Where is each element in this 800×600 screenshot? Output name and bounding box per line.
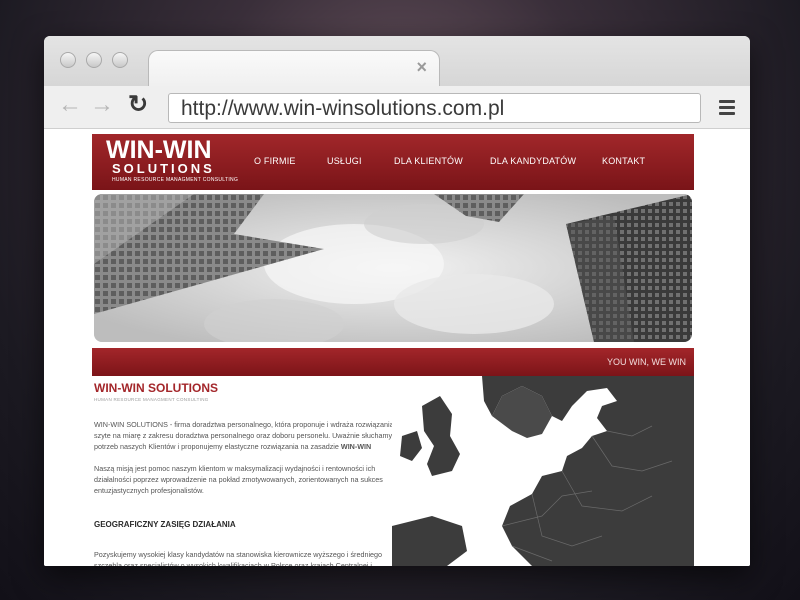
win-win-emphasis: WIN-WIN	[340, 442, 372, 452]
window-close-dot[interactable]	[60, 52, 76, 68]
page-viewport: WIN-WIN SOLUTIONS HUMAN RESOURCE MANAGME…	[44, 129, 750, 566]
nav-dla-kandydatow[interactable]: DLA KANDYDATÓW	[490, 156, 576, 166]
europe-map	[392, 376, 694, 566]
geography-paragraph: Pozyskujemy wysokiej klasy kandydatów na…	[94, 550, 383, 566]
address-bar[interactable]: http://www.win-winsolutions.com.pl	[168, 93, 701, 123]
content-subtitle: HUMAN RESOURCE MANAGMENT CONSULTING	[94, 397, 209, 402]
nav-dla-klientow[interactable]: DLA KLIENTÓW	[394, 156, 463, 166]
close-icon[interactable]: ×	[416, 57, 427, 78]
back-arrow-icon[interactable]: ←	[58, 91, 82, 119]
forward-arrow-icon[interactable]: →	[90, 91, 114, 119]
menu-icon[interactable]	[719, 100, 735, 118]
hero-image	[94, 194, 692, 342]
content-title: WIN-WIN SOLUTIONS	[94, 381, 218, 395]
window-zoom-dot[interactable]	[112, 52, 128, 68]
site-header: WIN-WIN SOLUTIONS HUMAN RESOURCE MANAGME…	[92, 134, 694, 190]
mission-paragraph: Naszą misją jest pomoc naszym klientom w…	[94, 464, 383, 496]
nav-o-firmie[interactable]: O FIRMIE	[254, 156, 296, 166]
browser-window: × ← → ↻ http://www.win-winsolutions.com.…	[44, 36, 750, 566]
logo-tagline: HUMAN RESOURCE MANAGMENT CONSULTING	[112, 177, 239, 183]
main-content: WIN-WIN SOLUTIONS HUMAN RESOURCE MANAGME…	[94, 381, 404, 566]
intro-paragraph: WIN-WIN SOLUTIONS - firma doradztwa pers…	[94, 420, 394, 452]
browser-toolbar: ← → ↻ http://www.win-winsolutions.com.pl	[44, 86, 750, 129]
slogan-bar: YOU WIN, WE WIN	[92, 348, 694, 376]
logo-sub: SOLUTIONS	[112, 161, 215, 176]
geography-heading: GEOGRAFICZNY ZASIĘG DZIAŁANIA	[94, 520, 236, 529]
browser-titlebar: ×	[44, 36, 750, 89]
window-minimize-dot[interactable]	[86, 52, 102, 68]
nav-uslugi[interactable]: USŁUGI	[327, 156, 362, 166]
nav-kontakt[interactable]: KONTAKT	[602, 156, 645, 166]
browser-tab[interactable]: ×	[148, 50, 440, 89]
website: WIN-WIN SOLUTIONS HUMAN RESOURCE MANAGME…	[92, 129, 694, 566]
reload-icon[interactable]: ↻	[128, 90, 148, 119]
logo-main[interactable]: WIN-WIN	[106, 138, 212, 163]
